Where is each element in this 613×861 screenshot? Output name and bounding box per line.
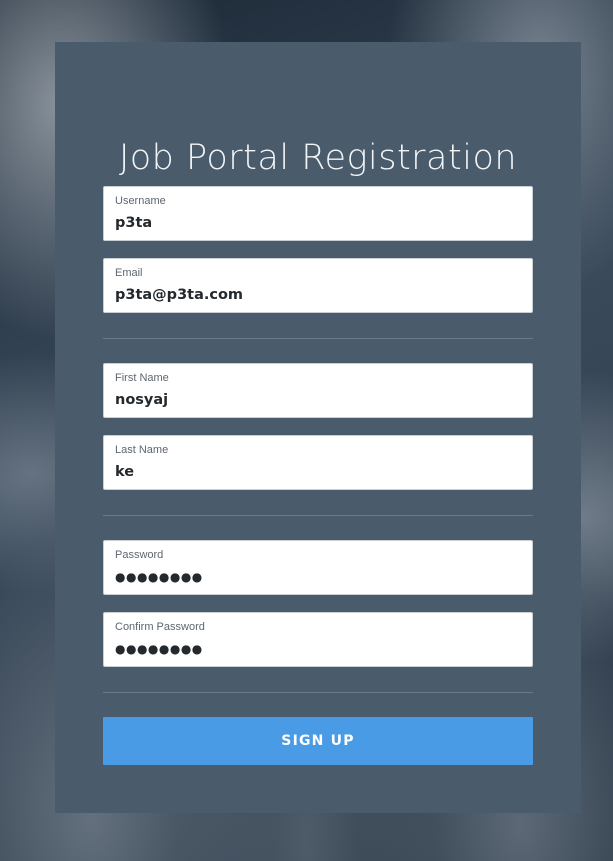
last-name-value[interactable]: ke — [115, 463, 134, 481]
page-title: Job Portal Registration — [118, 138, 518, 178]
section-divider — [103, 515, 533, 516]
username-value[interactable]: p3ta — [115, 214, 152, 232]
section-divider — [103, 338, 533, 339]
first-name-value[interactable]: nosyaj — [115, 391, 168, 409]
email-label: Email — [115, 267, 143, 279]
username-field[interactable]: Username p3ta — [103, 186, 533, 241]
first-name-field[interactable]: First Name nosyaj — [103, 363, 533, 418]
section-divider — [103, 692, 533, 693]
confirm-password-value[interactable]: ●●●●●●●● — [115, 640, 203, 658]
last-name-label: Last Name — [115, 444, 169, 456]
password-value[interactable]: ●●●●●●●● — [115, 568, 203, 586]
password-field[interactable]: Password ●●●●●●●● — [103, 540, 533, 595]
confirm-password-label: Confirm Password — [115, 621, 205, 633]
registration-card: Job Portal Registration Username p3ta Em… — [55, 42, 581, 813]
first-name-label: First Name — [115, 372, 169, 384]
password-label: Password — [115, 549, 164, 561]
sign-up-button[interactable]: SIGN UP — [103, 717, 533, 765]
confirm-password-field[interactable]: Confirm Password ●●●●●●●● — [103, 612, 533, 667]
username-label: Username — [115, 195, 166, 207]
email-value[interactable]: p3ta@p3ta.com — [115, 286, 243, 304]
last-name-field[interactable]: Last Name ke — [103, 435, 533, 490]
email-field[interactable]: Email p3ta@p3ta.com — [103, 258, 533, 313]
